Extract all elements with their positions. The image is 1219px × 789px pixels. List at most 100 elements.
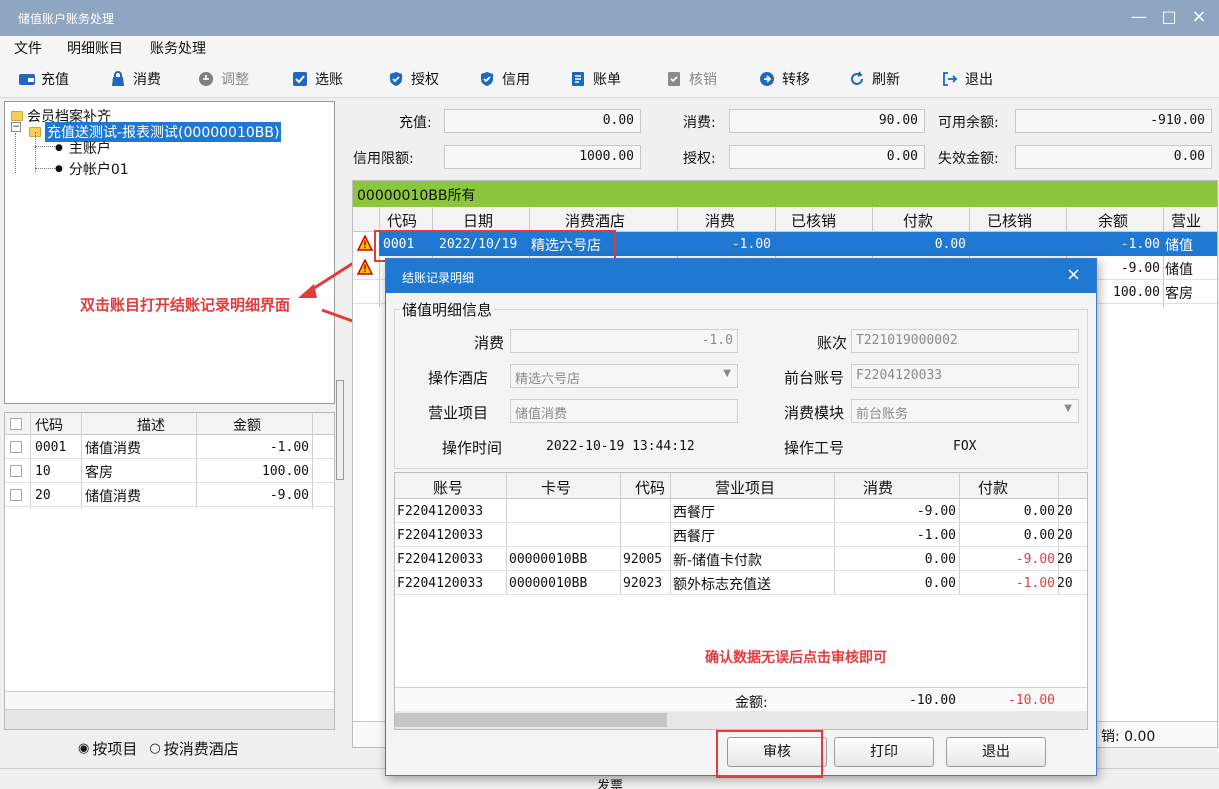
radio-by-hotel-label[interactable]: 按消费酒店 bbox=[164, 738, 239, 759]
radio-checked-icon[interactable]: ◉ bbox=[78, 741, 89, 756]
authorize-summary-value: 0.00 bbox=[729, 145, 925, 169]
select-all-checkbox[interactable] bbox=[10, 418, 22, 430]
splitter-handle[interactable] bbox=[336, 380, 344, 480]
dialog-hotel-label: 操作酒店 bbox=[428, 369, 489, 387]
consume-button[interactable]: 消费 bbox=[110, 68, 161, 90]
dialog-hotel-value: 精选六号店 bbox=[515, 372, 581, 387]
detail-extra: 20 bbox=[1057, 552, 1073, 567]
window-title-bar: 储值账户账务处理 — □ × bbox=[0, 0, 1219, 36]
consume-label: 消费 bbox=[133, 72, 161, 88]
exit-button[interactable]: 退出 bbox=[942, 68, 993, 90]
horizontal-scrollbar[interactable] bbox=[5, 709, 334, 729]
menu-detail-accounts[interactable]: 明细账目 bbox=[67, 38, 123, 58]
dialog-exit-button[interactable]: 退出 bbox=[946, 737, 1046, 767]
col-code: 代码 bbox=[387, 212, 418, 230]
row-amount: -1.00 bbox=[269, 440, 309, 455]
table-row[interactable]: F2204120033 西餐厅 -1.00 0.00 20 bbox=[395, 523, 1087, 547]
dialog-col-payment: 付款 bbox=[978, 479, 1009, 497]
detail-account: F2204120033 bbox=[397, 504, 484, 519]
row-checkbox[interactable] bbox=[10, 465, 22, 477]
detail-payment: -9.00 bbox=[1015, 552, 1055, 567]
authorize-button[interactable]: 授权 bbox=[388, 68, 439, 90]
row-checkbox[interactable] bbox=[10, 489, 22, 501]
select-account-button[interactable]: 选账 bbox=[292, 68, 343, 90]
tree-main-account-label: 主账户 bbox=[68, 141, 111, 157]
print-button[interactable]: 打印 bbox=[834, 737, 934, 767]
credit-button[interactable]: 信用 bbox=[479, 68, 530, 90]
bill-icon bbox=[570, 71, 586, 87]
tree-item-main-account[interactable]: ● 主账户 bbox=[55, 138, 111, 158]
bullet-icon: ● bbox=[55, 143, 63, 153]
detail-card: 00000010BB bbox=[509, 552, 588, 567]
available-summary-label: 可用余额: bbox=[938, 115, 999, 131]
transfer-button[interactable]: 转移 bbox=[759, 68, 810, 90]
dialog-bill-no-field[interactable]: T221019000002 bbox=[851, 329, 1079, 353]
dialog-consume-label: 消费 bbox=[474, 334, 505, 352]
settlement-detail-dialog: 结账记录明细 × 储值明细信息 消费 -1.0 账次 T221019000002… bbox=[385, 258, 1097, 778]
row-checkbox[interactable] bbox=[10, 441, 22, 453]
menu-accounting[interactable]: 账务处理 bbox=[150, 38, 206, 58]
recharge-button[interactable]: 充值 bbox=[18, 68, 69, 90]
left-grid-header: 代码 描述 金额 bbox=[5, 413, 334, 435]
warning-icon bbox=[356, 234, 374, 255]
table-row[interactable]: F2204120033 西餐厅 -9.00 0.00 20 bbox=[395, 499, 1087, 523]
row-code: 10 bbox=[35, 464, 51, 479]
bill-label: 账单 bbox=[593, 72, 621, 88]
consume-summary-value: 90.00 bbox=[729, 109, 925, 133]
dialog-module-label: 消费模块 bbox=[784, 404, 845, 422]
scrollbar-thumb[interactable] bbox=[395, 713, 667, 727]
menu-file[interactable]: 文件 bbox=[14, 38, 42, 58]
dialog-module-select[interactable]: 前台账务 ▼ bbox=[851, 399, 1079, 423]
detail-consume: 0.00 bbox=[924, 552, 956, 567]
authorize-summary-label: 授权: bbox=[683, 151, 716, 167]
table-row[interactable]: 20 储值消费 -9.00 bbox=[5, 483, 334, 507]
dialog-col-consume: 消费 bbox=[863, 479, 894, 497]
dialog-table-header: 账号 卡号 代码 营业项目 消费 付款 bbox=[395, 473, 1087, 499]
col-business: 营业 bbox=[1171, 212, 1202, 230]
maximize-button[interactable]: □ bbox=[1158, 6, 1180, 28]
col-payment: 付款 bbox=[903, 212, 934, 230]
col-hotel: 消费酒店 bbox=[565, 212, 626, 230]
record-balance: -1.00 bbox=[1120, 237, 1160, 252]
row-desc: 储值消费 bbox=[85, 489, 141, 505]
dialog-horizontal-scrollbar[interactable] bbox=[395, 711, 1087, 729]
dialog-consume-field[interactable]: -1.0 bbox=[510, 329, 738, 353]
consume-summary-label: 消费: bbox=[683, 115, 716, 131]
tree-item-sub-account[interactable]: ● 分帐户01 bbox=[55, 159, 129, 179]
table-row[interactable]: 10 客房 100.00 bbox=[5, 459, 334, 483]
transfer-label: 转移 bbox=[782, 72, 810, 88]
adjust-button[interactable]: 调整 bbox=[198, 68, 249, 90]
col-date: 日期 bbox=[463, 212, 494, 230]
folder-icon bbox=[11, 111, 23, 121]
left-detail-grid: 代码 描述 金额 0001 储值消费 -1.00 10 客房 100.00 20… bbox=[4, 412, 335, 730]
collapse-toggle-icon[interactable]: − bbox=[11, 122, 21, 132]
dialog-front-account-field[interactable]: F2204120033 bbox=[851, 364, 1079, 388]
dialog-business-label: 营业项目 bbox=[428, 404, 489, 422]
table-row[interactable]: F2204120033 00000010BB 92005 新-储值卡付款 0.0… bbox=[395, 547, 1087, 571]
record-business: 储值 bbox=[1165, 238, 1193, 254]
detail-consume: -9.00 bbox=[916, 504, 956, 519]
table-row[interactable]: F2204120033 00000010BB 92023 额外标志充值送 0.0… bbox=[395, 571, 1087, 595]
adjust-icon bbox=[198, 71, 214, 87]
detail-consume: -1.00 bbox=[916, 528, 956, 543]
close-button[interactable]: × bbox=[1188, 6, 1210, 28]
record-consume: -1.00 bbox=[731, 237, 771, 252]
radio-unchecked-icon[interactable]: ○ bbox=[149, 741, 160, 756]
detail-account: F2204120033 bbox=[397, 552, 484, 567]
dialog-hotel-select[interactable]: 精选六号店 ▼ bbox=[510, 364, 738, 388]
dialog-business-field[interactable]: 储值消费 bbox=[510, 399, 738, 423]
exit-label: 退出 bbox=[965, 72, 993, 88]
col-balance: 余额 bbox=[1098, 212, 1129, 230]
account-tree-panel: 会员档案补齐 − 充值送测试-报表测试(00000010BB) ● 主账户 ● … bbox=[4, 101, 335, 404]
bill-button[interactable]: 账单 bbox=[570, 68, 621, 90]
group-title-bar: 00000010BB所有 bbox=[353, 181, 1217, 207]
dialog-close-icon[interactable]: × bbox=[1066, 264, 1081, 285]
annotation-double-click: 双击账目打开结账记录明细界面 bbox=[80, 296, 291, 314]
refresh-button[interactable]: 刷新 bbox=[849, 68, 900, 90]
radio-by-item-label[interactable]: 按项目 bbox=[92, 738, 137, 759]
annotation-confirm: 确认数据无误后点击审核即可 bbox=[705, 650, 887, 666]
tree-line bbox=[35, 146, 55, 147]
table-row[interactable]: 0001 储值消费 -1.00 bbox=[5, 435, 334, 459]
writeoff-button[interactable]: 核销 bbox=[666, 68, 717, 90]
minimize-button[interactable]: — bbox=[1128, 6, 1150, 28]
